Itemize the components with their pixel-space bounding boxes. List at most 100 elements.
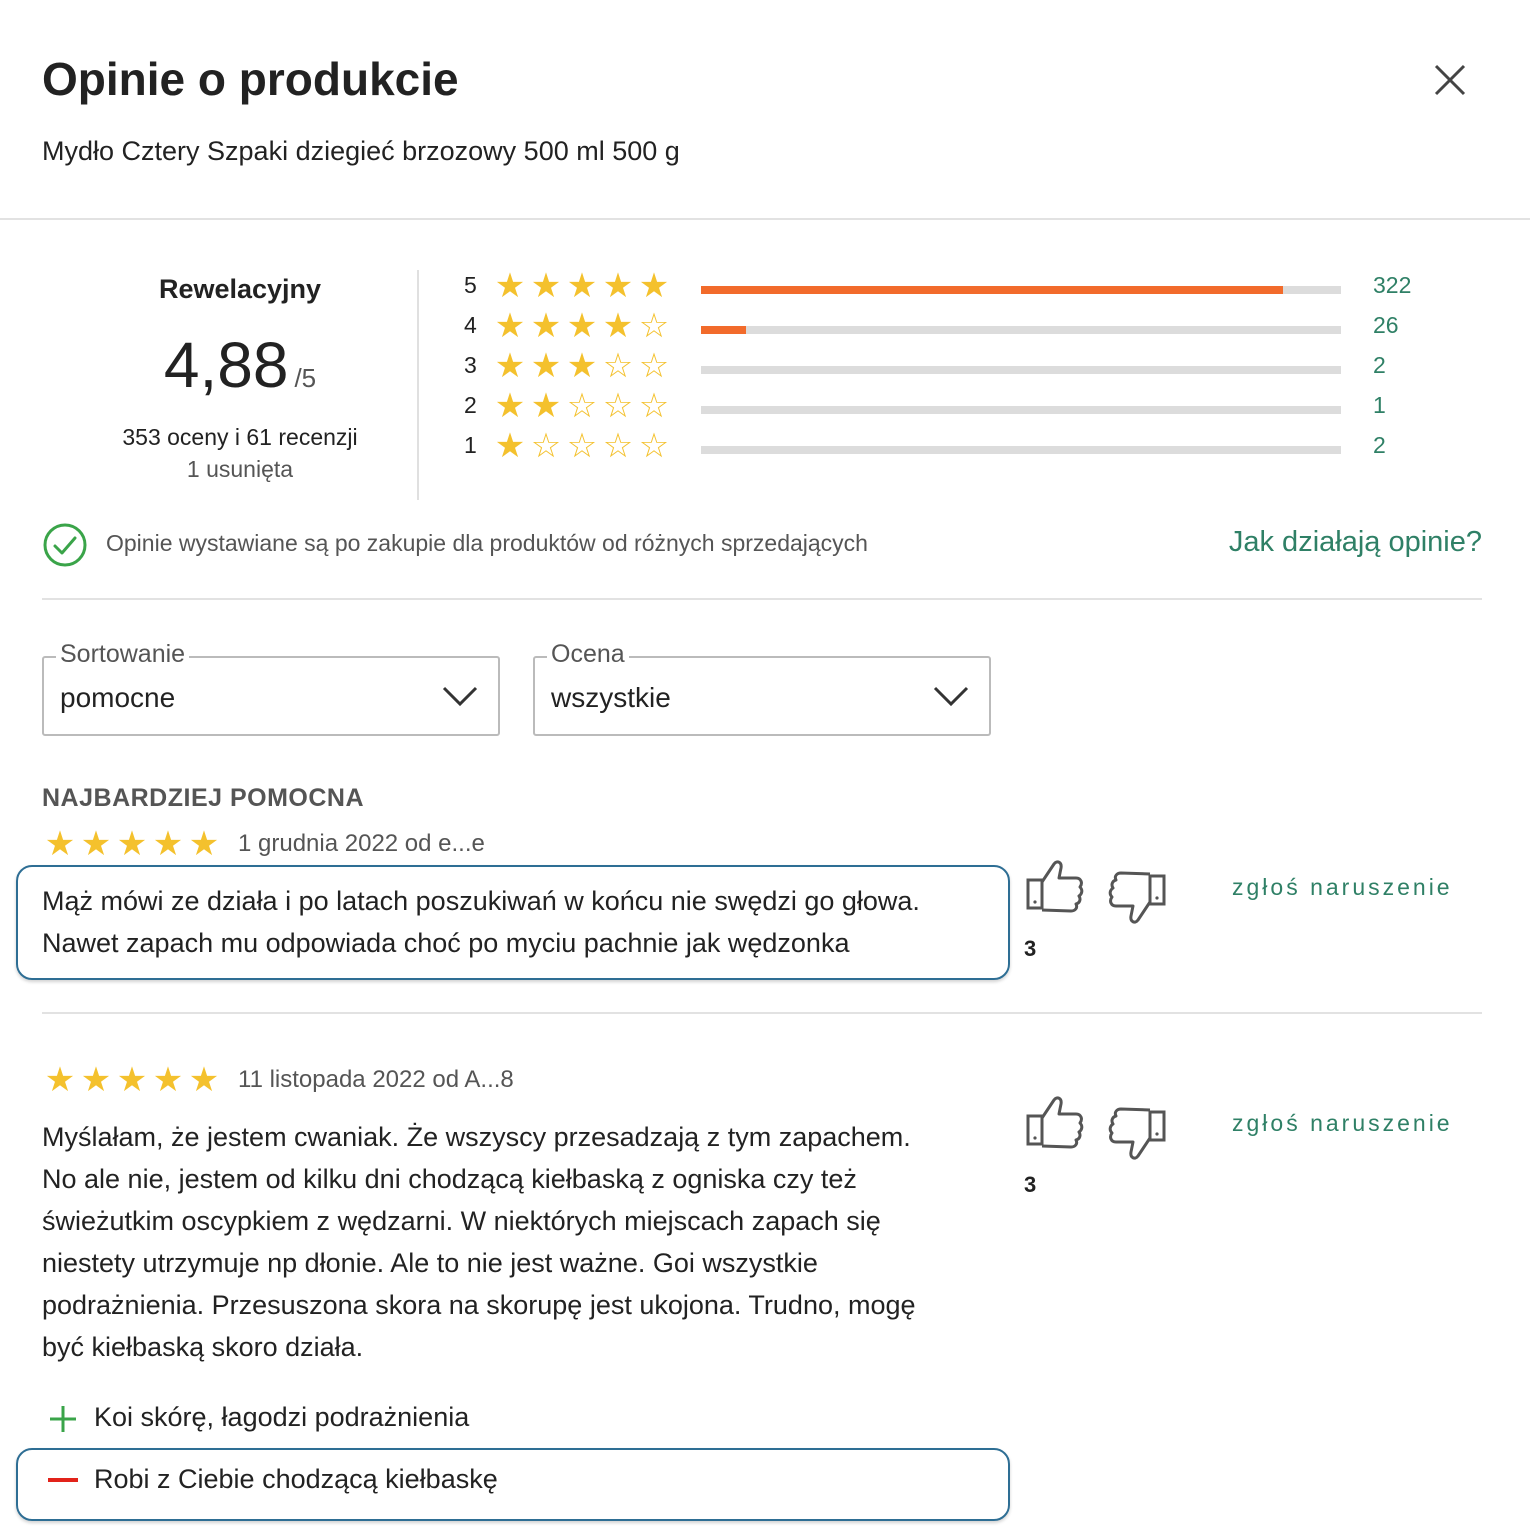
star-empty-icon: ☆ — [602, 387, 634, 425]
thumbs-down-icon[interactable] — [1106, 870, 1168, 926]
review-text-line: niestety utrzymuje np dłonie. Ale to nie… — [42, 1248, 818, 1278]
star-filled-icon: ★ — [80, 825, 112, 863]
rating-verdict: Rewelacyjny — [158, 274, 322, 304]
stars: ★ ☆ ☆ ☆ ☆ — [492, 428, 672, 464]
star-filled-icon: ★ — [602, 267, 634, 305]
distribution-count[interactable]: 26 — [1373, 312, 1399, 339]
star-filled-icon: ★ — [602, 307, 634, 345]
review-text-line: Myślałam, że jestem cwaniak. Że wszyscy … — [42, 1122, 911, 1152]
review-text-line: Mąż mówi ze działa i po latach poszukiwa… — [42, 886, 920, 916]
thumbs-up-icon[interactable] — [1024, 1094, 1086, 1150]
distribution-level: 1 — [464, 432, 477, 458]
distribution-count[interactable]: 1 — [1373, 392, 1386, 419]
verified-info: Opinie wystawiane są po zakupie dla prod… — [42, 520, 1482, 567]
star-filled-icon: ★ — [530, 347, 562, 385]
star-empty-icon: ☆ — [638, 427, 670, 465]
star-filled-icon: ★ — [116, 825, 148, 863]
review-text: Mąż mówi ze działa i po latach poszukiwa… — [42, 880, 1002, 964]
distribution-bar — [701, 406, 1341, 414]
rating-filter-value: wszystkie — [551, 682, 671, 713]
star-filled-icon: ★ — [494, 387, 526, 425]
star-filled-icon: ★ — [152, 825, 184, 863]
sort-label: Sortowanie — [56, 640, 190, 669]
distribution-count[interactable]: 2 — [1373, 352, 1386, 379]
star-filled-icon: ★ — [566, 347, 598, 385]
rating-counts: 353 oceny i 61 recenzji — [122, 424, 358, 450]
star-empty-icon: ☆ — [638, 347, 670, 385]
star-filled-icon: ★ — [80, 1061, 112, 1099]
star-empty-icon: ☆ — [530, 427, 562, 465]
rating-score: 4,88/5 — [60, 328, 420, 402]
star-filled-icon: ★ — [566, 307, 598, 345]
distribution-level: 4 — [464, 312, 477, 338]
divider — [42, 1012, 1482, 1014]
distribution-row-1[interactable]: 1 ★ ☆ ☆ ☆ ☆ 2 — [464, 428, 1464, 466]
review-con-text: Robi z Ciebie chodzącą kiełbaskę — [94, 1464, 498, 1494]
star-filled-icon: ★ — [494, 427, 526, 465]
review-text-line: świeżutkim oscypkiem z wędzarni. W niekt… — [42, 1206, 881, 1236]
distribution-bar — [701, 366, 1341, 374]
report-link[interactable]: zgłoś naruszenie — [1232, 874, 1453, 901]
review-stars: ★ ★ ★ ★ ★ — [42, 1062, 222, 1098]
distribution-bar-fill — [701, 286, 1284, 294]
review-text-line: No ale nie, jestem od kilku dni chodzącą… — [42, 1164, 857, 1194]
rating-filter-label: Ocena — [547, 640, 629, 669]
review-pro-text: Koi skórę, łagodzi podrażnienia — [94, 1402, 470, 1432]
page-title: Opinie o produkcie — [42, 53, 459, 105]
review-meta: 11 listopada 2022 od A...8 — [238, 1066, 514, 1093]
divider — [0, 218, 1530, 220]
report-link[interactable]: zgłoś naruszenie — [1232, 1110, 1453, 1137]
distribution-bar-fill — [701, 326, 746, 334]
distribution-row-2[interactable]: 2 ★ ★ ☆ ☆ ☆ 1 — [464, 388, 1464, 426]
star-filled-icon: ★ — [638, 267, 670, 305]
star-filled-icon: ★ — [116, 1061, 148, 1099]
close-icon[interactable] — [1428, 58, 1472, 102]
star-filled-icon: ★ — [530, 307, 562, 345]
thumbs-up-icon[interactable] — [1024, 858, 1086, 914]
product-name: Mydło Cztery Szpaki dziegieć brzozowy 50… — [42, 136, 680, 166]
distribution-bar — [701, 446, 1341, 454]
star-filled-icon: ★ — [152, 1061, 184, 1099]
score-value: 4,88 — [163, 329, 289, 401]
star-empty-icon: ☆ — [602, 347, 634, 385]
sort-select[interactable]: Sortowanie pomocne — [42, 640, 500, 736]
verified-text: Opinie wystawiane są po zakupie dla prod… — [106, 530, 868, 556]
star-filled-icon: ★ — [494, 347, 526, 385]
distribution-level: 2 — [464, 392, 477, 418]
stars: ★ ★ ★ ★ ★ — [492, 268, 672, 304]
star-filled-icon: ★ — [44, 825, 76, 863]
distribution-count[interactable]: 322 — [1373, 272, 1411, 299]
sort-value: pomocne — [60, 682, 176, 713]
distribution-level: 5 — [464, 272, 477, 298]
star-filled-icon: ★ — [188, 1061, 220, 1099]
section-label: NAJBARDZIEJ POMOCNA — [42, 784, 365, 812]
like-count: 3 — [1024, 1172, 1037, 1197]
review-meta: 1 grudnia 2022 od e...e — [238, 830, 485, 857]
star-filled-icon: ★ — [188, 825, 220, 863]
stars: ★ ★ ★ ★ ☆ — [492, 308, 672, 344]
minus-icon — [48, 1478, 78, 1482]
distribution-row-3[interactable]: 3 ★ ★ ★ ☆ ☆ 2 — [464, 347, 1464, 386]
star-filled-icon: ★ — [494, 307, 526, 345]
star-empty-icon: ☆ — [566, 387, 598, 425]
rating-filter-select[interactable]: Ocena wszystkie — [533, 640, 991, 736]
how-reviews-work-link[interactable]: Jak działają opinie? — [1229, 526, 1482, 559]
plus-icon — [50, 1406, 76, 1432]
distribution-bar — [701, 286, 1341, 294]
score-max: /5 — [294, 363, 317, 393]
chevron-down-icon — [442, 686, 478, 707]
distribution-bar — [701, 326, 1341, 334]
stars: ★ ★ ☆ ☆ ☆ — [492, 388, 672, 424]
thumbs-down-icon[interactable] — [1106, 1106, 1168, 1162]
removed-count: 1 usunięta — [186, 456, 294, 482]
star-filled-icon: ★ — [44, 1061, 76, 1099]
star-empty-icon: ☆ — [602, 427, 634, 465]
review-text-line: być kiełbaską skoro działa. — [42, 1332, 364, 1362]
distribution-count[interactable]: 2 — [1373, 432, 1386, 459]
distribution-row-4[interactable]: 4 ★ ★ ★ ★ ☆ 26 — [464, 308, 1464, 346]
distribution-row-5[interactable]: 5 ★ ★ ★ ★ ★ 322 — [464, 268, 1464, 306]
review-stars: ★ ★ ★ ★ ★ — [42, 826, 222, 862]
review-text-line: podrażnienia. Przesuszona skora na skoru… — [42, 1290, 916, 1320]
star-filled-icon: ★ — [494, 267, 526, 305]
like-count: 3 — [1024, 936, 1037, 961]
